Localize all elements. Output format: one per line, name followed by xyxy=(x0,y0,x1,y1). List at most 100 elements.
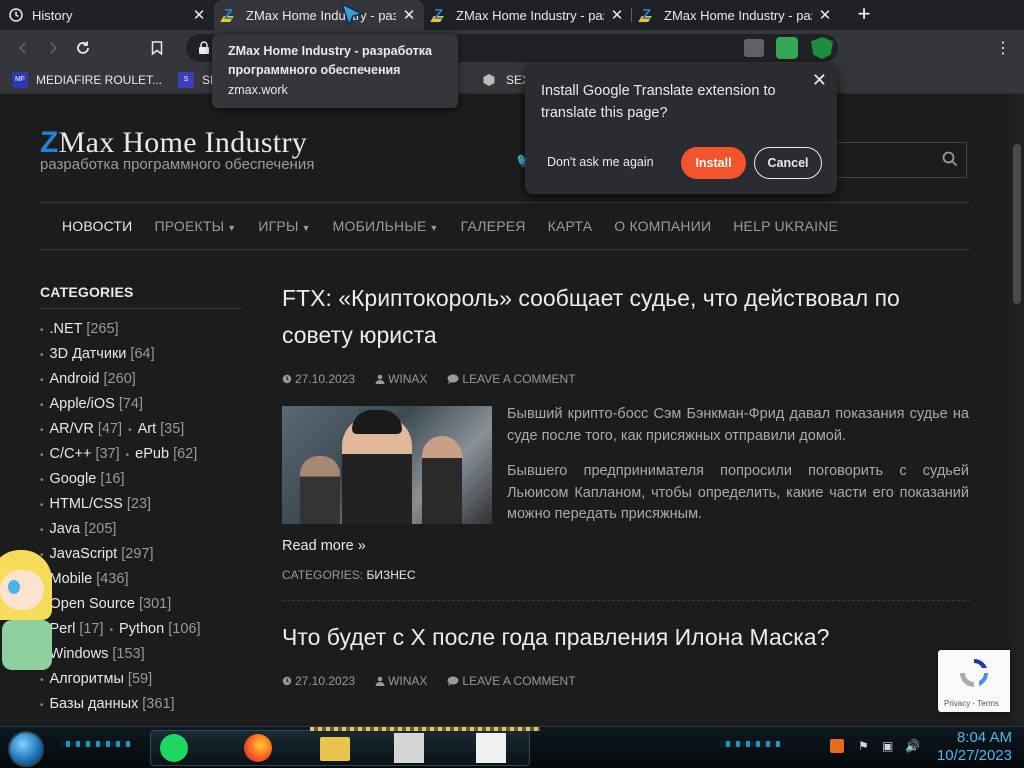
recaptcha-badge[interactable]: Privacy - Terms xyxy=(938,650,1010,712)
nav-gallery[interactable]: ГАЛЕРЕЯ xyxy=(461,218,526,234)
close-icon[interactable]: ✕ xyxy=(192,6,206,24)
bullet-icon: • xyxy=(40,375,44,386)
caret-down-icon: ▼ xyxy=(301,223,311,233)
tab-zmax[interactable]: Z ZMax Home Industry - разработка програ… xyxy=(632,0,840,30)
nav-projects[interactable]: ПРОЕКТЫ ▼ xyxy=(154,218,236,234)
site-subtitle: разработка программного обеспечения xyxy=(40,156,315,173)
sidebar-heading: CATEGORIES xyxy=(40,284,242,309)
tooltip-url: zmax.work xyxy=(228,83,288,97)
sm-icon: S xyxy=(178,71,195,88)
app-icon[interactable] xyxy=(476,733,506,763)
reload-button[interactable] xyxy=(68,33,98,63)
comment-icon xyxy=(447,374,459,384)
tab-history[interactable]: History ✕ xyxy=(0,0,214,30)
app-icon[interactable] xyxy=(394,733,424,763)
category-link[interactable]: Python xyxy=(119,621,164,637)
bookmark-button[interactable] xyxy=(142,33,172,63)
menu-button[interactable]: ⋮ xyxy=(988,33,1018,63)
tray-app-icon[interactable] xyxy=(830,739,844,753)
taskbar: ⚑ ▣ 🔊 8:04 AM 10/27/2023 xyxy=(0,726,1024,768)
category-link[interactable]: Open Source xyxy=(50,596,135,612)
category-count: [265] xyxy=(86,321,119,337)
nav-games[interactable]: ИГРЫ ▼ xyxy=(258,218,310,234)
close-icon[interactable]: ✕ xyxy=(610,6,624,24)
category-count: [35] xyxy=(160,421,185,437)
translate-icon[interactable] xyxy=(744,39,764,57)
category-link[interactable]: БИЗНЕС xyxy=(366,568,415,582)
close-icon[interactable]: ✕ xyxy=(402,6,416,24)
taskbar-decoration xyxy=(720,741,780,747)
category-link[interactable]: Android xyxy=(50,371,100,387)
category-link[interactable]: 3D Датчики xyxy=(50,346,127,362)
category-count: [47] xyxy=(97,421,123,437)
new-tab-button[interactable]: + xyxy=(852,3,876,27)
category-link[interactable]: HTML/CSS xyxy=(50,496,123,512)
post-thumbnail-image[interactable] xyxy=(282,406,492,524)
category-link[interactable]: Apple/iOS xyxy=(50,396,115,412)
page-scrollbar[interactable] xyxy=(1010,94,1024,726)
category-count: [23] xyxy=(126,496,152,512)
site-search-input[interactable] xyxy=(830,142,967,178)
search-icon[interactable] xyxy=(942,151,958,167)
extension-notes-icon[interactable] xyxy=(776,37,798,59)
category-link[interactable]: ePub xyxy=(135,446,169,462)
cancel-button[interactable]: Cancel xyxy=(754,147,822,179)
scrollbar-thumb[interactable] xyxy=(1013,144,1021,304)
site-logo[interactable]: ZMax Home Industry разработка программно… xyxy=(40,126,314,173)
file-explorer-app-icon[interactable] xyxy=(320,737,350,761)
firefox-app-icon[interactable] xyxy=(244,734,272,762)
tab-zmax[interactable]: Z ZMax Home Industry - разработка програ… xyxy=(424,0,632,30)
install-button[interactable]: Install xyxy=(681,147,746,179)
close-icon[interactable]: ✕ xyxy=(812,70,827,91)
kebab-menu-icon: ⋮ xyxy=(995,40,1011,57)
category-link[interactable]: AR/VR xyxy=(50,421,94,437)
flag-icon[interactable]: ⚑ xyxy=(858,739,872,753)
tab-zmax-active[interactable]: Z ZMax Home Industry - разработка програ… xyxy=(214,0,424,30)
category-count: [59] xyxy=(127,671,153,687)
category-link[interactable]: Java xyxy=(50,521,81,537)
forward-button[interactable] xyxy=(38,33,68,63)
read-more-link[interactable]: Read more » xyxy=(282,538,970,554)
nav-news[interactable]: НОВОСТИ xyxy=(62,218,132,234)
post-title[interactable]: Что будет с X после года правления Илона… xyxy=(282,619,970,656)
category-link[interactable]: .NET xyxy=(50,321,83,337)
category-count: [297] xyxy=(121,546,154,562)
category-row: •Mobile [436] xyxy=(40,567,242,592)
post-title[interactable]: FTX: «Криптокороль» сообщает судье, что … xyxy=(282,280,970,354)
bullet-icon: • xyxy=(128,425,132,436)
category-row: • Google [16] xyxy=(40,467,242,492)
nav-map[interactable]: КАРТА xyxy=(548,218,593,234)
bookmarks-bar: MF MEDIAFIRE ROULET... S SM SEX I xyxy=(0,66,1024,94)
category-link[interactable]: C/C++ xyxy=(50,446,92,462)
category-list: • .NET [265] • 3D Датчики [64] • Android [260… xyxy=(40,317,242,717)
network-icon[interactable]: ▣ xyxy=(882,739,896,753)
tab-hover-tooltip: ZMax Home Industry - разработка программ… xyxy=(212,34,458,108)
category-count: [436] xyxy=(96,571,129,587)
taskbar-clock[interactable]: 8:04 AM 10/27/2023 xyxy=(937,729,1012,765)
cartoon-sticker-image xyxy=(0,540,60,670)
main-nav: НОВОСТИ ПРОЕКТЫ ▼ ИГРЫ ▼ МОБИЛЬНЫЕ ▼ ГАЛЕРЕ… xyxy=(40,202,970,250)
nav-mobile[interactable]: МОБИЛЬНЫЕ ▼ xyxy=(333,218,439,234)
post-comment-link[interactable]: LEAVE A COMMENT xyxy=(447,372,585,386)
spotify-app-icon[interactable] xyxy=(160,734,188,762)
category-link[interactable]: Art xyxy=(138,421,157,437)
category-row: •Perl [17]•Python [106] xyxy=(40,617,242,642)
box-icon xyxy=(483,73,495,86)
category-link[interactable]: Google xyxy=(50,471,97,487)
start-button[interactable] xyxy=(8,731,44,767)
close-icon[interactable]: ✕ xyxy=(818,6,832,24)
excerpt-paragraph: Бывший крипто-босс Сэм Бэнкман-Фрид дава… xyxy=(507,406,969,444)
post-author[interactable]: WINAX xyxy=(375,372,437,386)
back-button[interactable] xyxy=(8,33,38,63)
post-author[interactable]: WINAX xyxy=(375,674,437,688)
category-link[interactable]: Базы данных xyxy=(50,696,139,712)
nav-help-ukraine[interactable]: HELP UKRAINE xyxy=(733,218,838,234)
recaptcha-links[interactable]: Privacy - Terms xyxy=(944,699,999,708)
nav-about[interactable]: О КОМПАНИИ xyxy=(614,218,711,234)
volume-icon[interactable]: 🔊 xyxy=(905,739,920,753)
bookmark-mediafire[interactable]: MF MEDIAFIRE ROULET... xyxy=(12,71,162,88)
category-link[interactable]: Алгоритмы xyxy=(50,671,124,687)
dont-ask-again-button[interactable]: Don't ask me again xyxy=(547,155,654,169)
post-comment-link[interactable]: LEAVE A COMMENT xyxy=(447,674,585,688)
caret-down-icon: ▼ xyxy=(429,223,439,233)
